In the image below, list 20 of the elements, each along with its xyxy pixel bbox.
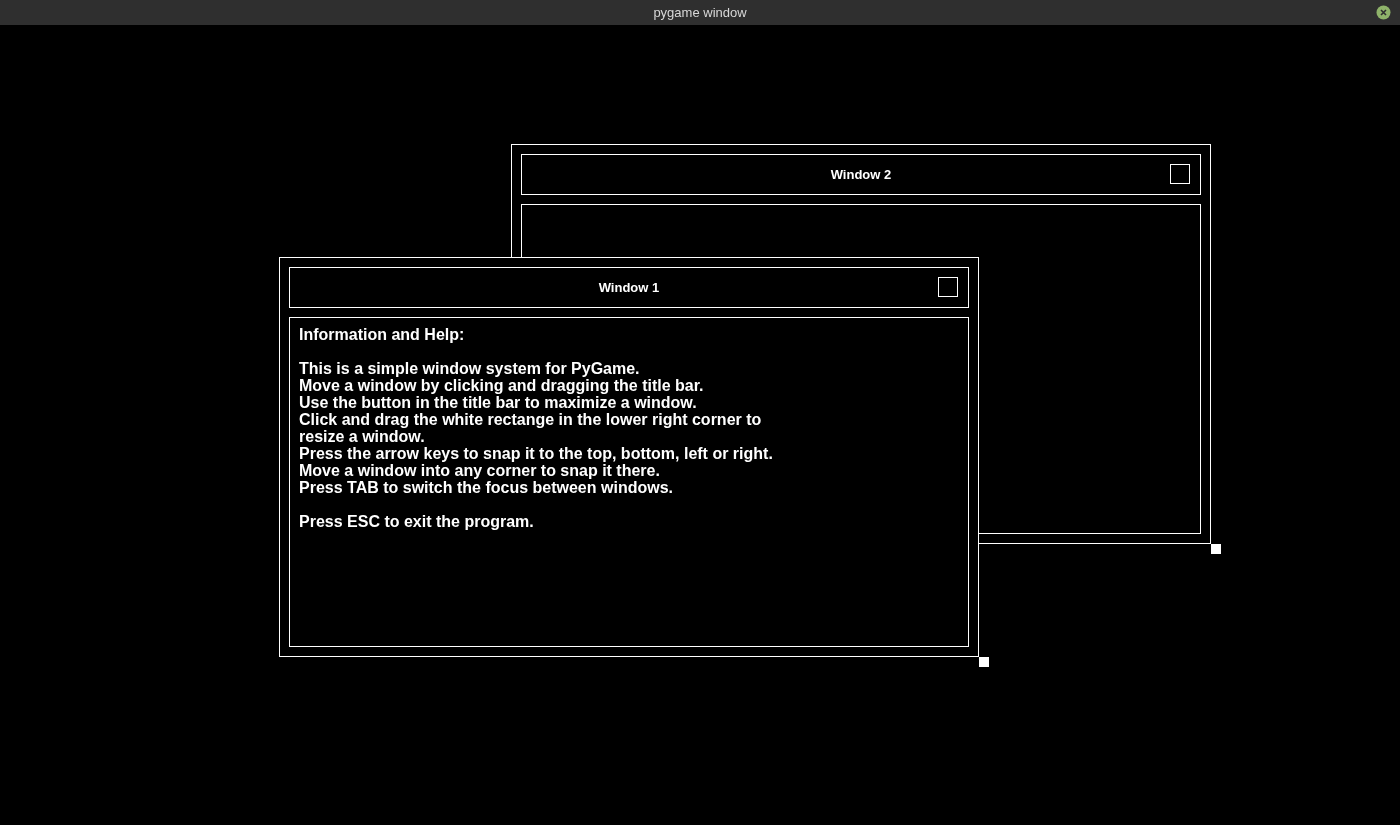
window-title: pygame window: [653, 5, 747, 20]
text-line: Use the button in the title bar to maximize a window.: [299, 394, 697, 411]
text-line: Click and drag the white rectange in the lower right corner to: [299, 411, 762, 428]
maximize-button[interactable]: [938, 277, 958, 297]
text-line: Press the arrow keys to snap it to the top, bottom, left or right.: [299, 445, 773, 462]
text-line: Press TAB to switch the focus between windows.: [299, 479, 673, 496]
text-line: Move a window into any corner to snap it there.: [299, 462, 660, 479]
resize-handle[interactable]: [1211, 544, 1221, 554]
text-line: Move a window by clicking and dragging the title bar.: [299, 377, 704, 394]
window-title: Window 2: [830, 167, 892, 182]
window-title: Window 1: [598, 280, 660, 295]
title-bar[interactable]: Window 1: [289, 267, 969, 308]
text-line: This is a simple window system for PyGame.: [299, 360, 640, 377]
maximize-button[interactable]: [1170, 164, 1190, 184]
title-bar[interactable]: Window 2: [521, 154, 1201, 195]
close-icon[interactable]: [1376, 5, 1391, 20]
resize-handle[interactable]: [979, 657, 989, 667]
text-line: Press ESC to exit the program.: [299, 513, 534, 530]
text-line: Information and Help:: [299, 326, 465, 343]
text-line: resize a window.: [299, 428, 425, 445]
